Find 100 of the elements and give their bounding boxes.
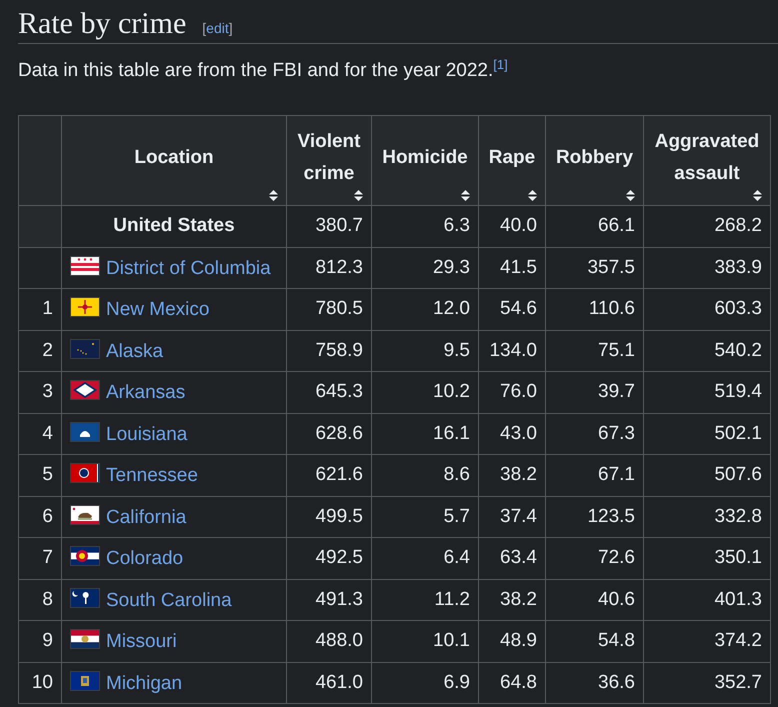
location-link[interactable]: Missouri (106, 631, 177, 652)
table-cell: 621.6 (286, 454, 372, 496)
table-cell: 75.1 (546, 330, 644, 372)
table-cell: 507.6 (644, 454, 770, 496)
flag-icon (70, 588, 100, 608)
table-cell: 76.0 (478, 372, 546, 413)
location-link[interactable]: Arkansas (106, 382, 186, 404)
table-cell: 39.7 (546, 372, 644, 413)
table-cell: 502.1 (644, 413, 770, 454)
table-cell: 9.5 (372, 330, 478, 372)
rank-cell: 7 (18, 538, 62, 579)
rank-cell: 8 (18, 579, 62, 620)
column-header[interactable]: Homicide (372, 116, 478, 206)
table-cell: 36.6 (546, 662, 644, 704)
flag-icon (70, 297, 100, 318)
location-link[interactable]: Michigan (106, 672, 182, 694)
table-cell: 41.5 (478, 247, 546, 288)
table-cell: 645.3 (286, 372, 372, 413)
table-cell: 48.9 (478, 620, 546, 662)
edit-link[interactable]: [edit] (202, 20, 233, 36)
table-cell: 461.0 (286, 662, 372, 704)
section-heading: Rate by crime (18, 6, 186, 42)
table-cell: 29.3 (372, 247, 478, 288)
table-cell: 72.6 (546, 538, 644, 579)
location-link[interactable]: Alaska (106, 340, 164, 362)
rank-cell: 5 (18, 454, 62, 496)
sort-icon[interactable] (753, 190, 762, 201)
table-cell: 374.2 (644, 620, 770, 662)
table-cell: 66.1 (546, 206, 644, 247)
table-cell: 5.7 (372, 496, 478, 538)
location-link[interactable]: Colorado (106, 548, 184, 570)
rank-cell: 1 (18, 288, 62, 330)
table-cell: 67.1 (546, 454, 644, 496)
flag-icon (70, 670, 100, 691)
table-cell: 540.2 (644, 330, 770, 372)
table-cell: 401.3 (644, 579, 770, 620)
rank-cell: 6 (18, 496, 62, 538)
table-cell: 352.7 (644, 662, 770, 704)
table-cell: 134.0 (478, 330, 546, 372)
flag-icon (70, 256, 100, 276)
table-cell: 8.6 (372, 454, 478, 496)
table-cell: 380.7 (286, 206, 372, 247)
sort-icon[interactable] (461, 190, 470, 201)
sort-icon[interactable] (528, 190, 537, 201)
table-cell: 603.3 (644, 288, 770, 330)
rank-cell: 10 (18, 662, 62, 704)
column-header[interactable]: Rape (478, 116, 546, 206)
table-cell: 67.3 (546, 413, 644, 454)
flag-icon (70, 504, 100, 525)
table-cell: 54.8 (546, 620, 644, 662)
table-cell: 40.0 (478, 206, 546, 247)
sort-icon[interactable] (269, 190, 278, 201)
flag-icon (70, 338, 100, 359)
table-cell: 488.0 (286, 620, 372, 662)
table-cell: 332.8 (644, 496, 770, 538)
table-cell: 780.5 (286, 288, 372, 330)
rank-cell: 4 (18, 413, 62, 454)
intro-text: Data in this table are from the FBI and for the year 2022.$^{[1]}$ (18, 56, 509, 83)
footnote-link[interactable]: [1] (493, 57, 508, 72)
table-cell: 350.1 (644, 538, 770, 579)
table-cell: 123.5 (546, 496, 644, 538)
table-cell: 758.9 (286, 330, 372, 372)
table-cell: 11.2 (372, 579, 478, 620)
flag-icon (70, 422, 100, 442)
table-cell: 12.0 (372, 288, 478, 330)
table-cell: 357.5 (546, 247, 644, 288)
table-cell: 40.6 (546, 579, 644, 620)
table-cell: 64.8 (478, 662, 546, 704)
column-header[interactable]: Violent crime (286, 116, 372, 206)
table-cell: 6.9 (372, 662, 478, 704)
table-cell: 16.1 (372, 413, 478, 454)
rank-cell: 3 (18, 372, 62, 413)
column-header[interactable]: Robbery (546, 116, 644, 206)
table-cell: 812.3 (286, 247, 372, 288)
table-cell: 6.4 (372, 538, 478, 579)
location-cell: United States (113, 215, 235, 236)
location-link[interactable]: California (106, 506, 186, 528)
sort-icon[interactable] (354, 190, 363, 201)
flag-icon (70, 546, 100, 566)
table-cell: 268.2 (644, 206, 770, 247)
table-cell: 499.5 (286, 496, 372, 538)
table-cell: 519.4 (644, 372, 770, 413)
table-cell: 110.6 (546, 288, 644, 330)
table-cell: 492.5 (286, 538, 372, 579)
table-cell: 10.2 (372, 372, 478, 413)
rank-cell: 2 (18, 330, 62, 372)
table-cell: 38.2 (478, 579, 546, 620)
sort-icon[interactable] (626, 190, 635, 201)
location-link[interactable]: Louisiana (106, 424, 188, 445)
column-header[interactable]: Location (62, 116, 286, 206)
table-cell: 491.3 (286, 579, 372, 620)
column-header[interactable]: Aggravated assault (644, 116, 770, 206)
table-cell: 43.0 (478, 413, 546, 454)
table-cell: 6.3 (372, 206, 478, 247)
table-cell: 628.6 (286, 413, 372, 454)
table-cell: 383.9 (644, 247, 770, 288)
table-cell: 38.2 (478, 454, 546, 496)
table-cell: 63.4 (478, 538, 546, 579)
table-cell: 37.4 (478, 496, 546, 538)
flag-icon (70, 380, 100, 400)
